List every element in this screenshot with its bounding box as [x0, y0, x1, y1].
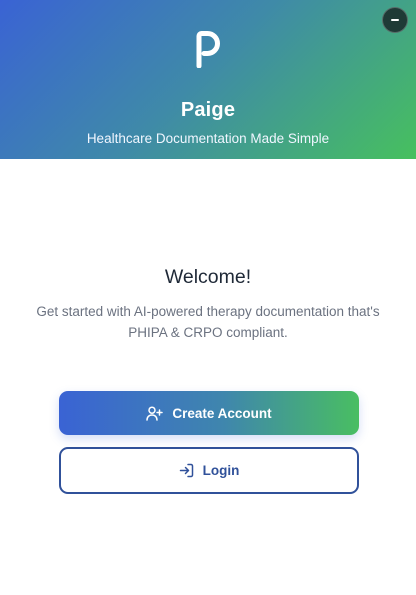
app-window: Paige Healthcare Documentation Made Simp… [0, 0, 416, 595]
minus-icon [391, 19, 399, 21]
paige-logo-icon [196, 31, 220, 68]
welcome-description: Get started with AI-powered therapy docu… [36, 304, 380, 340]
header-banner: Paige Healthcare Documentation Made Simp… [0, 0, 416, 159]
create-account-button[interactable]: Create Account [59, 391, 359, 435]
login-button[interactable]: Login [59, 447, 359, 494]
login-icon [179, 463, 193, 478]
user-plus-icon [146, 405, 164, 421]
app-tagline: Healthcare Documentation Made Simple [86, 131, 330, 146]
login-label: Login [202, 463, 240, 478]
app-name: Paige [180, 99, 236, 121]
welcome-title: Welcome! [164, 266, 252, 288]
create-account-label: Create Account [172, 405, 272, 421]
minimize-button[interactable] [382, 7, 408, 33]
